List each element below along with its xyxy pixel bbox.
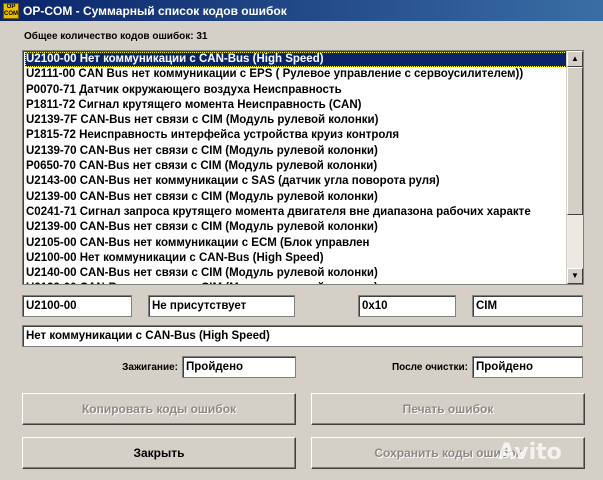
error-list-item[interactable]: U2105-00 CAN-Bus нет коммуникации с ECM … <box>25 236 569 251</box>
after-clear-field[interactable]: Пройдено <box>472 356 583 378</box>
opcom-app-icon: OP COM <box>3 2 19 19</box>
error-list-item[interactable]: U2139-70 CAN-Bus нет связи с CIM (Модуль… <box>25 144 569 159</box>
error-list-item[interactable]: U2139-00 CAN-Bus нет связи с CIM (Модуль… <box>25 190 569 205</box>
error-list-item[interactable]: U2140-00 CAN-Bus нет связи с CIM (Модуль… <box>25 266 569 281</box>
ignition-label: Зажигание: <box>122 362 178 373</box>
error-list-item[interactable]: C0241-71 Сигнал запроса крутящего момент… <box>25 205 569 220</box>
after-clear-label: После очистки: <box>391 362 468 373</box>
error-list-item[interactable]: U2111-00 CAN Bus нет коммуникации с EPS … <box>25 67 569 82</box>
scroll-up-arrow-icon[interactable]: ▲ <box>567 51 583 67</box>
error-list-item[interactable]: U2100-00 Нет коммуникации с CAN-Bus (Hig… <box>25 251 569 266</box>
error-code-list[interactable]: U2100-00 Нет коммуникации с CAN-Bus (Hig… <box>22 50 584 285</box>
window-title: OP-COM - Суммарный список кодов ошибок <box>23 3 287 18</box>
scroll-thumb[interactable] <box>567 67 583 215</box>
error-list-item[interactable]: P1811-72 Сигнал крутящего момента Неиспр… <box>25 98 569 113</box>
error-list-item[interactable]: P1815-72 Неисправность интерфейса устрой… <box>25 128 569 143</box>
error-list-item[interactable]: P0650-70 CAN-Bus нет связи с CIM (Модуль… <box>25 159 569 174</box>
copy-codes-button[interactable]: Копировать коды ошибок <box>22 393 296 425</box>
code-field[interactable]: U2100-00 <box>22 295 132 317</box>
error-list-item[interactable]: U2143-00 CAN-Bus нет коммуникации с SAS … <box>25 174 569 189</box>
error-count-label: Общее количество кодов ошибок: 31 <box>24 31 208 42</box>
scroll-down-arrow-icon[interactable]: ▼ <box>567 268 583 284</box>
list-scrollbar[interactable]: ▲ ▼ <box>566 51 583 284</box>
status-field[interactable]: Не присутствует <box>148 295 295 317</box>
hex-field[interactable]: 0x10 <box>358 295 456 317</box>
close-button[interactable]: Закрыть <box>22 437 296 469</box>
error-list-item[interactable]: U2139-00 CAN-Bus нет связи с CIM (Модуль… <box>25 220 569 235</box>
window-titlebar: OP COM OP-COM - Суммарный список кодов о… <box>0 0 603 21</box>
error-list-item[interactable]: U2139-00 CAN-Bus нет связи с CIM (Модуль… <box>25 281 569 284</box>
error-list-item[interactable]: U2139-7F CAN-Bus нет связи с CIM (Модуль… <box>25 113 569 128</box>
avito-watermark: Avito <box>498 440 562 465</box>
error-list-items: U2100-00 Нет коммуникации с CAN-Bus (Hig… <box>25 52 569 284</box>
error-list-item[interactable]: P0070-71 Датчик окружающего воздуха Неис… <box>25 83 569 98</box>
print-errors-button[interactable]: Печать ошибок <box>311 393 585 425</box>
module-field[interactable]: CIM <box>472 295 583 317</box>
error-list-item[interactable]: U2100-00 Нет коммуникации с CAN-Bus (Hig… <box>25 52 569 68</box>
description-field[interactable]: Нет коммуникации с CAN-Bus (High Speed) <box>22 325 583 347</box>
ignition-field[interactable]: Пройдено <box>182 356 296 378</box>
